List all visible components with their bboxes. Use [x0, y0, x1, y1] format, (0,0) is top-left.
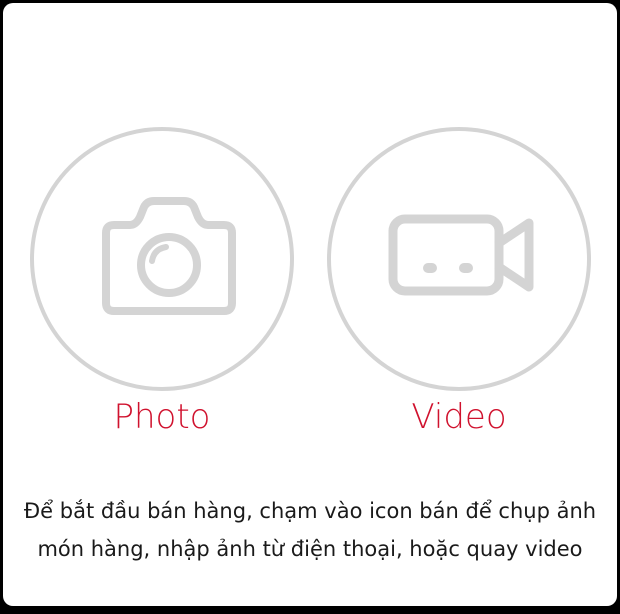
instructions-line-1: Để bắt đầu bán hàng, chạm vào icon bán đ… [23, 499, 597, 523]
video-option-button[interactable]: Video [327, 127, 591, 437]
photo-label[interactable]: Photo [30, 395, 294, 439]
instructions-line-2: món hàng, nhập ảnh từ điện thoại, hoặc q… [37, 537, 583, 561]
video-label[interactable]: Video [327, 395, 591, 439]
video-circle[interactable] [327, 127, 591, 391]
video-camera-icon [388, 214, 534, 296]
photo-option-button[interactable]: Photo [30, 127, 294, 437]
photo-circle[interactable] [30, 127, 294, 391]
camera-icon [102, 197, 236, 315]
instructions-text: Để bắt đầu bán hàng, chạm vào icon bán đ… [3, 492, 617, 568]
capture-dialog: Photo Video Để bắt đầu bán hàng, chạm và… [3, 3, 617, 606]
